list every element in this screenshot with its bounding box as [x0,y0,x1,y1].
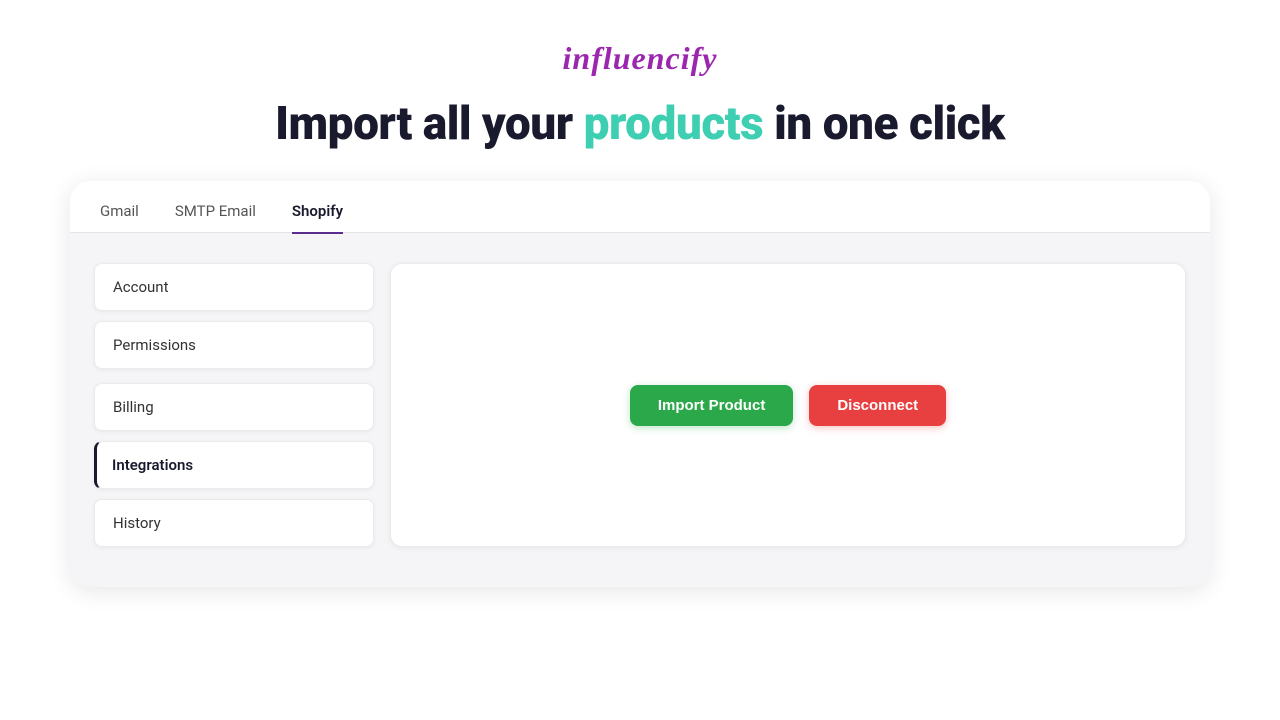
tab-smtp-email[interactable]: SMTP Email [175,202,256,234]
headline-suffix: in one click [763,97,1005,151]
headline-prefix: Import all your [275,97,583,151]
right-panel: Import Product Disconnect [390,263,1186,547]
main-card: Gmail SMTP Email Shopify Account Permiss… [70,181,1210,587]
sidebar: Account Permissions Billing Integrations… [94,263,374,547]
sidebar-item-history[interactable]: History [94,499,374,547]
tab-gmail[interactable]: Gmail [100,202,139,234]
sidebar-item-integrations[interactable]: Integrations [94,441,374,489]
sidebar-group-top: Account Permissions [94,263,374,369]
logo-area: influencify [563,40,718,77]
sidebar-item-billing[interactable]: Billing [94,383,374,431]
app-logo: influencify [563,40,718,76]
sidebar-item-account[interactable]: Account [94,263,374,311]
tabs-row: Gmail SMTP Email Shopify [70,181,1210,233]
disconnect-button[interactable]: Disconnect [809,385,946,426]
import-product-button[interactable]: Import Product [630,385,794,426]
tab-shopify[interactable]: Shopify [292,202,343,234]
page-headline: Import all your products in one click [275,97,1005,151]
sidebar-item-permissions[interactable]: Permissions [94,321,374,369]
content-area: Account Permissions Billing Integrations… [70,243,1210,547]
headline-highlight: products [584,97,764,151]
